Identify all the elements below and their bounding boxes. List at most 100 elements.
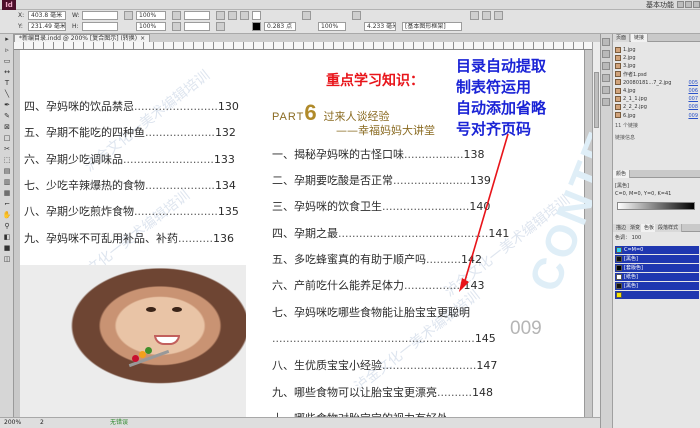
maximize-icon[interactable]: [685, 1, 692, 8]
spacing-input[interactable]: 4.233 毫米: [364, 22, 396, 31]
toc-entry[interactable]: 四、孕妈咪的饮品禁忌........................130: [24, 100, 239, 114]
gap-tool-icon[interactable]: ↔: [0, 67, 14, 78]
link-page-number[interactable]: 007: [688, 95, 698, 103]
y-input[interactable]: 231.49 毫米: [28, 22, 66, 31]
rotate-icon[interactable]: [172, 11, 181, 20]
toc-entry[interactable]: 九、孕妈咪不可乱用补品、补药..........136: [24, 232, 234, 246]
constrain-proportions-icon[interactable]: [124, 11, 133, 20]
view-mode-icon[interactable]: ◫: [0, 254, 14, 265]
link-item[interactable]: 作者1.psd: [615, 71, 699, 79]
vertical-scrollbar[interactable]: [592, 42, 600, 417]
apply-color-icon[interactable]: ■: [0, 243, 14, 254]
link-item[interactable]: 2_2_2.jpg 008: [615, 103, 699, 111]
scale-x-input[interactable]: 100%: [136, 11, 166, 20]
swatch-item[interactable]: [615, 291, 699, 299]
direct-selection-tool-icon[interactable]: ▹: [0, 45, 14, 56]
link-page-number[interactable]: 005: [688, 79, 698, 87]
opacity-input[interactable]: 100%: [318, 22, 346, 31]
toc-entry[interactable]: 八、生优质宝宝小经验...........................147: [272, 359, 497, 373]
fitting-icon[interactable]: [470, 11, 479, 20]
swatches-panel-icon[interactable]: [602, 98, 610, 106]
swatch-item[interactable]: [套版色]: [615, 264, 699, 272]
close-icon[interactable]: [693, 1, 700, 8]
link-item[interactable]: 3.jpg: [615, 62, 699, 70]
pen-tool-icon[interactable]: ✒: [0, 100, 14, 111]
zoom-tool-icon[interactable]: ⚲: [0, 221, 14, 232]
text-wrap-icon[interactable]: [352, 11, 361, 20]
scale-y-input[interactable]: 100%: [136, 22, 166, 31]
link-item[interactable]: 2.jpg: [615, 54, 699, 62]
link-page-number[interactable]: 009: [688, 112, 698, 120]
selection-tool-icon[interactable]: ▸: [0, 34, 14, 45]
color-panel-icon[interactable]: [602, 86, 610, 94]
page-tool-icon[interactable]: ▭: [0, 56, 14, 67]
link-item[interactable]: 4.jpg 006: [615, 87, 699, 95]
stroke-swatch-icon[interactable]: [252, 22, 261, 31]
link-page-number[interactable]: 006: [688, 87, 698, 95]
scissors-tool-icon[interactable]: ✂: [0, 144, 14, 155]
shear-input[interactable]: [184, 22, 210, 31]
effects-icon[interactable]: [302, 11, 311, 20]
w-input[interactable]: [82, 11, 118, 20]
stroke-weight-input[interactable]: 0.283 点: [264, 22, 296, 31]
fit-frame-icon[interactable]: [494, 11, 503, 20]
toc-entry[interactable]: 六、孕期少吃调味品..........................133: [24, 153, 235, 167]
type-tool-icon[interactable]: T: [0, 78, 14, 89]
swatch-item[interactable]: [纸色]: [615, 273, 699, 281]
flip-horizontal-icon[interactable]: [216, 11, 225, 20]
rectangle-tool-icon[interactable]: □: [0, 133, 14, 144]
rectangle-frame-tool-icon[interactable]: ⊠: [0, 122, 14, 133]
toc-entry[interactable]: 七、少吃辛辣爆热的食物....................134: [24, 179, 236, 193]
link-info-label[interactable]: 链接信息: [615, 134, 699, 142]
fill-stroke-icon[interactable]: ◧: [0, 232, 14, 243]
zoom-level[interactable]: 200%: [4, 418, 21, 428]
toc-entry[interactable]: 八、孕期少吃煎炸食物........................135: [24, 205, 239, 219]
tint-ramp[interactable]: [617, 202, 695, 210]
gradient-tool-icon[interactable]: ▤: [0, 166, 14, 177]
link-item[interactable]: 1.jpg: [615, 46, 699, 54]
page-indicator[interactable]: 2: [40, 418, 44, 428]
link-item[interactable]: 6.jpg 009: [615, 112, 699, 120]
pages-panel-icon[interactable]: [602, 38, 610, 46]
link-item[interactable]: 2_1_1.jpg 007: [615, 95, 699, 103]
shear-icon[interactable]: [172, 22, 181, 31]
flip-vertical-icon[interactable]: [216, 22, 225, 31]
pencil-tool-icon[interactable]: ✎: [0, 111, 14, 122]
workspace-switcher[interactable]: 基本功能: [646, 0, 674, 10]
minimize-icon[interactable]: [677, 1, 684, 8]
note-tool-icon[interactable]: ▦: [0, 188, 14, 199]
tab-links[interactable]: 链接: [631, 34, 649, 42]
toc-entry-wrapped-leader[interactable]: ........................................…: [272, 332, 496, 346]
eyedropper-tool-icon[interactable]: ⌐: [0, 199, 14, 210]
tab-color[interactable]: 颜色: [613, 170, 631, 178]
rotate-input[interactable]: [184, 11, 210, 20]
document-tab[interactable]: *新编目录.indd @ 200% [复合图示] (转换) ×: [14, 34, 151, 42]
link-item[interactable]: 20080181...7_2.jpg 005: [615, 79, 699, 87]
toc-entry-wrapped[interactable]: 七、孕妈咪吃哪些食物能让胎宝宝更聪明: [272, 306, 470, 320]
tint-value[interactable]: 100: [632, 235, 642, 241]
select-content-icon[interactable]: [240, 11, 249, 20]
stroke-panel-icon[interactable]: [602, 74, 610, 82]
toc-entry[interactable]: 九、哪些食物可以让胎宝宝更漂亮..........148: [272, 386, 493, 400]
swatch-item[interactable]: C=M=0: [615, 246, 699, 254]
toc-entry[interactable]: 五、孕期不能吃的四种鱼....................132: [24, 126, 236, 140]
link-page-number[interactable]: 008: [688, 103, 698, 111]
preflight-status[interactable]: 无错误: [110, 418, 128, 428]
hand-tool-icon[interactable]: ✋: [0, 210, 14, 221]
line-tool-icon[interactable]: ╲: [0, 89, 14, 100]
links-panel-icon[interactable]: [602, 62, 610, 70]
document-page[interactable]: 泸金文化一美术编辑培训 泸金文化一美术编辑培训 泸金文化一美术编辑培训 泸金文化…: [20, 33, 665, 425]
layers-panel-icon[interactable]: [602, 50, 610, 58]
h-input[interactable]: [82, 22, 118, 31]
center-content-icon[interactable]: [482, 11, 491, 20]
object-style-select[interactable]: [基本图形框架]: [402, 22, 462, 31]
fill-swatch-icon[interactable]: [252, 11, 261, 20]
swatch-item[interactable]: [黑色]: [615, 282, 699, 290]
horizontal-ruler[interactable]: [14, 42, 592, 50]
tab-pages[interactable]: 页面: [613, 34, 631, 42]
scrollbar-thumb[interactable]: [594, 72, 599, 128]
free-transform-tool-icon[interactable]: ⬚: [0, 155, 14, 166]
x-input[interactable]: 403.8 毫米: [28, 11, 66, 20]
tab-paragraph-styles[interactable]: 段落样式: [655, 224, 683, 232]
select-container-icon[interactable]: [228, 11, 237, 20]
